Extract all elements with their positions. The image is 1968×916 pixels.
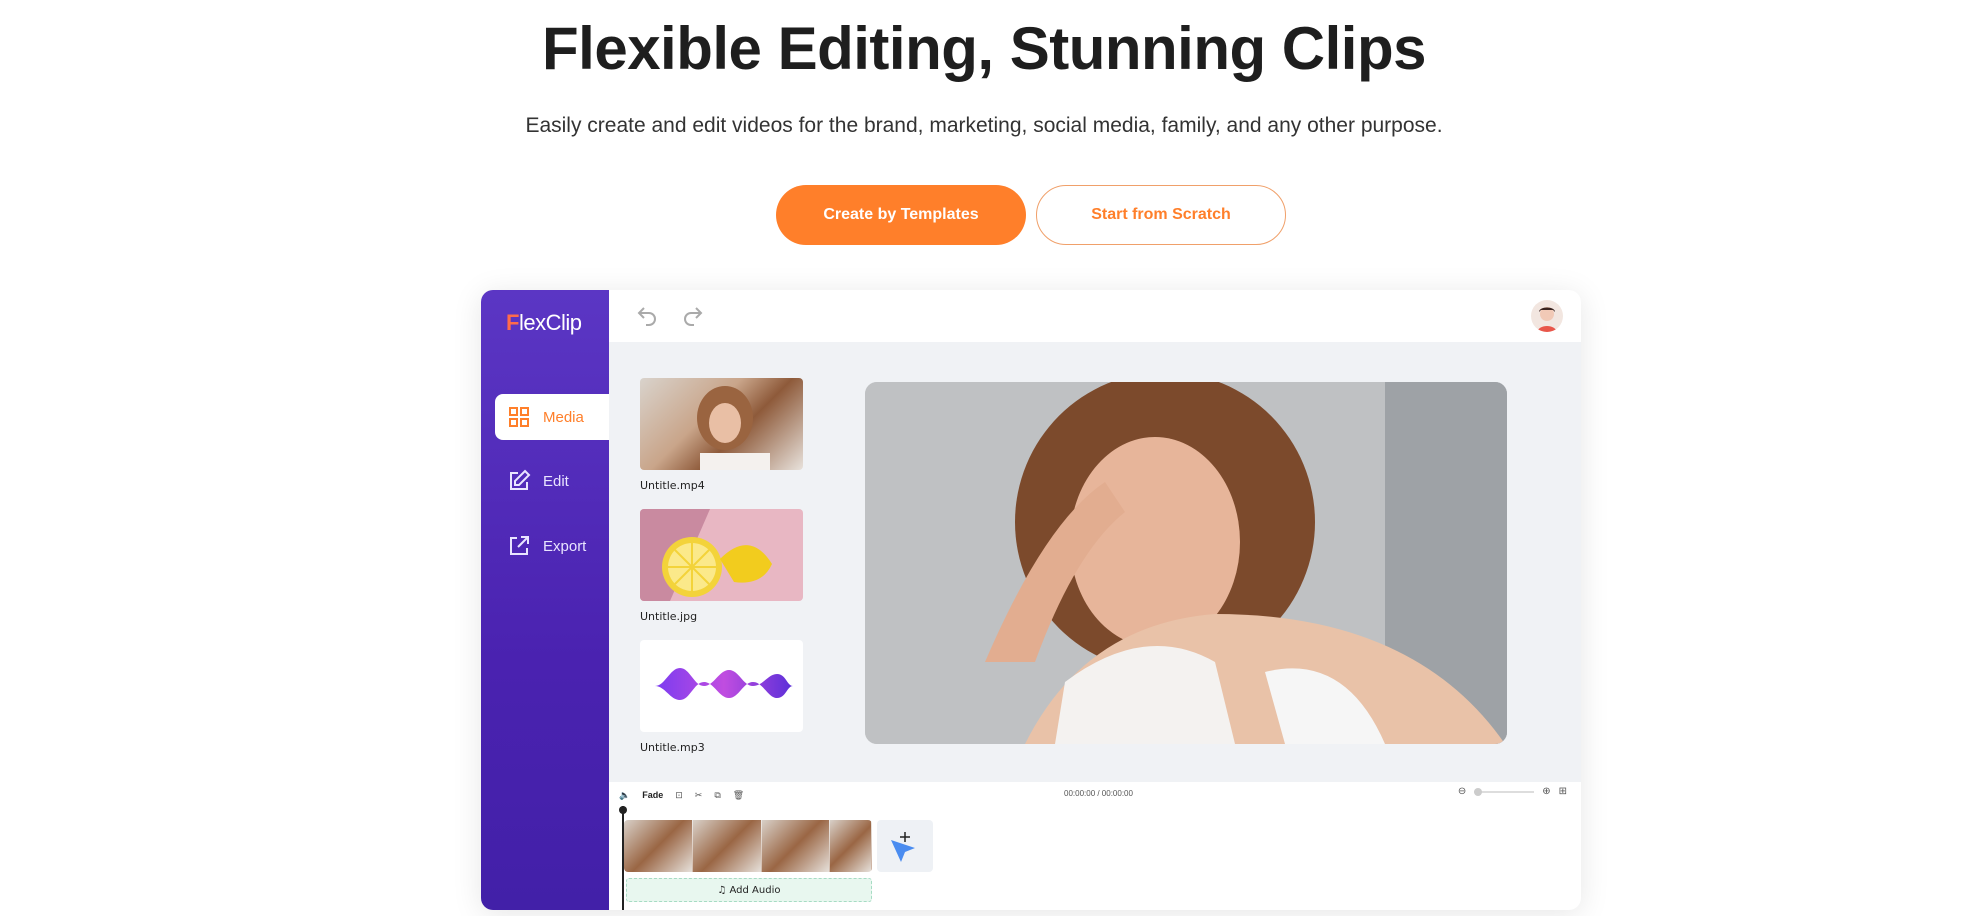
volume-icon[interactable]: 🔈 <box>619 790 630 801</box>
hero-subtitle: Easily create and edit videos for the br… <box>525 114 1443 137</box>
timeline-panel: 🔈 Fade ⊡ ✂ ⧉ 🗑 00:00:00 / 00:00:00 ⊖ ⊕ ⊞… <box>609 782 1581 910</box>
split-icon[interactable]: ⊡ <box>675 790 683 801</box>
fade-button[interactable]: Fade <box>642 790 663 800</box>
duplicate-icon[interactable]: ⧉ <box>714 790 720 801</box>
clip-frame <box>830 820 872 872</box>
fit-icon[interactable]: ⊞ <box>1559 786 1567 797</box>
media-thumb-video[interactable] <box>640 378 803 470</box>
create-by-templates-button[interactable]: Create by Templates <box>776 185 1026 245</box>
zoom-out-icon[interactable]: ⊖ <box>1458 786 1466 797</box>
undo-icon[interactable] <box>635 304 659 328</box>
timeline-timecode: 00:00:00 / 00:00:00 <box>1064 789 1133 798</box>
media-label-video: Untitle.mp4 <box>640 479 705 492</box>
music-note-icon: ♫ <box>717 884 727 896</box>
nav-label-export: Export <box>543 537 587 555</box>
redo-icon[interactable] <box>681 304 705 328</box>
add-audio-label: Add Audio <box>729 884 781 896</box>
scissors-icon[interactable]: ✂ <box>695 790 703 801</box>
video-preview[interactable] <box>865 382 1507 744</box>
nav-item-edit[interactable]: Edit <box>495 458 609 504</box>
nav-label-media: Media <box>543 408 584 426</box>
media-thumb-audio[interactable] <box>640 640 803 732</box>
video-clip-track[interactable] <box>624 820 872 872</box>
zoom-in-icon[interactable]: ⊕ <box>1542 786 1550 797</box>
flexclip-logo[interactable]: FlexClip <box>506 310 582 336</box>
clip-frame <box>624 820 693 872</box>
trash-icon[interactable]: 🗑 <box>733 790 744 801</box>
timeline-toolbar: 🔈 Fade ⊡ ✂ ⧉ 🗑 <box>619 786 744 804</box>
clip-frame <box>761 820 831 872</box>
media-label-image: Untitle.jpg <box>640 610 698 623</box>
start-from-scratch-button[interactable]: Start from Scratch <box>1036 185 1286 245</box>
media-label-audio: Untitle.mp3 <box>640 741 705 754</box>
nav-label-edit: Edit <box>543 472 569 490</box>
export-icon <box>510 536 529 555</box>
media-library: Untitle.mp4 Untitle.jpg Untitle.mp3 <box>640 378 803 771</box>
user-avatar[interactable] <box>1531 300 1563 332</box>
media-thumb-image[interactable] <box>640 509 803 601</box>
zoom-slider[interactable] <box>1474 787 1535 796</box>
grid-icon <box>509 407 529 427</box>
add-audio-button[interactable]: ♫ Add Audio <box>626 878 872 902</box>
editor-topbar <box>609 290 1581 342</box>
nav-item-media[interactable]: Media <box>495 394 609 440</box>
nav-item-export[interactable]: Export <box>495 523 609 569</box>
add-clip-button[interactable] <box>877 820 933 872</box>
hero-title: Flexible Editing, Stunning Clips <box>542 15 1427 82</box>
editor-mockup: FlexClip Media Edit Export Untitle.mp4 U… <box>481 290 1581 910</box>
edit-icon <box>510 469 531 490</box>
clip-frame <box>692 820 762 872</box>
editor-sidebar: FlexClip Media Edit Export <box>481 290 609 910</box>
zoom-controls: ⊖ ⊕ ⊞ <box>1458 786 1567 797</box>
